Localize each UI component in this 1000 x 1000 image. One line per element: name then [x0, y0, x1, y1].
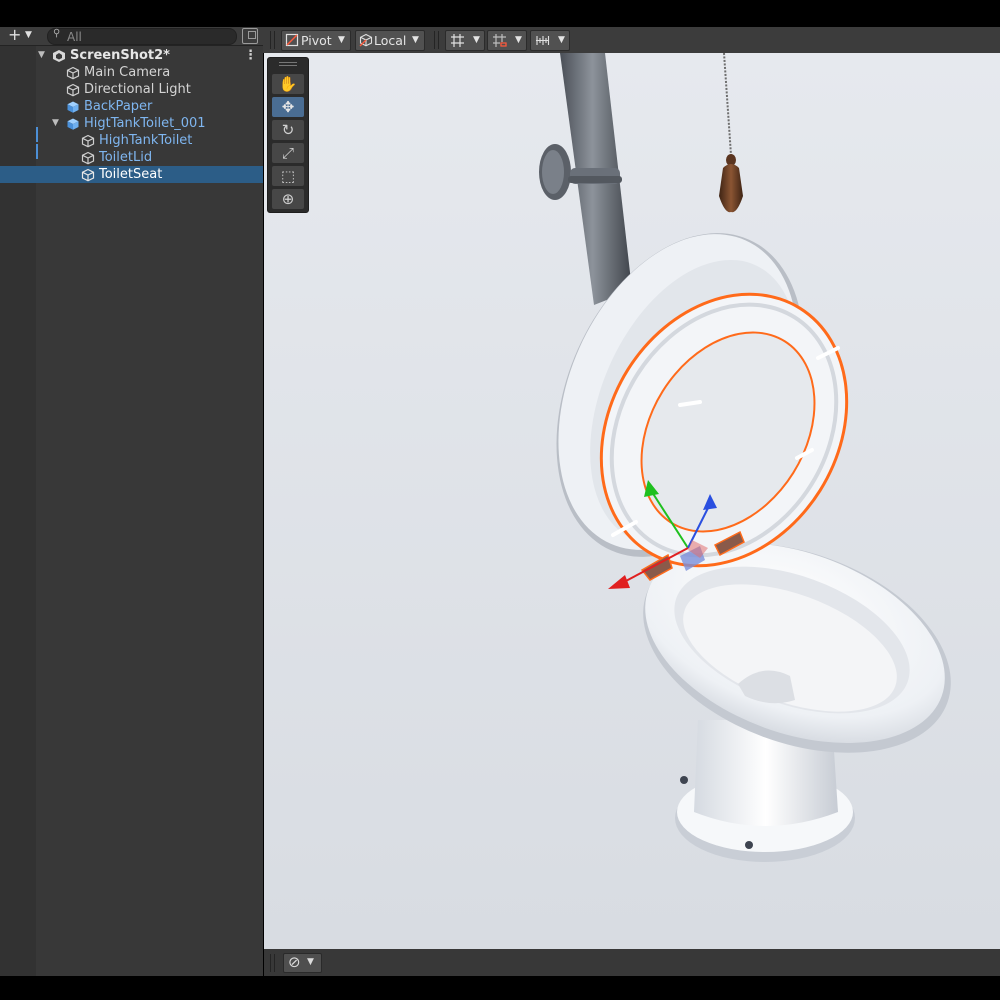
chevron-down-icon: ▼	[25, 30, 32, 40]
rect-tool-button[interactable]: ⬚	[272, 166, 304, 186]
toolbar-separator	[274, 31, 275, 49]
row-label: ToiletLid	[99, 150, 153, 165]
rect-icon: ⬚	[280, 167, 296, 185]
scene-toolbar: Pivot ▼ Local ▼ ▼ ▼ ▼	[263, 27, 1000, 53]
local-icon	[359, 33, 373, 47]
increment-snapping-button[interactable]: ▼	[530, 30, 570, 51]
row-label: HighTankToilet	[99, 133, 193, 148]
toolbar-separator	[270, 954, 271, 972]
plus-icon: +	[8, 25, 22, 44]
transform-icon: ⊕	[281, 190, 295, 208]
foldout-expanded-icon[interactable]: ▼	[52, 115, 59, 132]
hierarchy-row-scene[interactable]: ▼ ScreenShot2* ⋮	[0, 47, 263, 64]
scene-view[interactable]	[264, 53, 1000, 949]
tool-palette: ✋ ✥ ↻ ⤢ ⬚ ⊕	[267, 57, 309, 213]
foldout-expanded-icon[interactable]: ▼	[38, 47, 45, 64]
orientation-overlay-button[interactable]: ⊘ ▼	[283, 953, 322, 973]
gameobject-icon	[81, 151, 95, 165]
row-label: ToiletSeat	[99, 167, 163, 182]
grid-icon	[451, 34, 464, 47]
gameobject-icon	[66, 66, 80, 80]
more-options-icon[interactable]: ⋮	[244, 47, 257, 64]
compass-icon: ⊘	[288, 953, 301, 971]
toolbar-separator	[434, 31, 435, 49]
toolbar-separator	[270, 31, 271, 49]
search-icon: ⚲	[53, 28, 61, 39]
pivot-icon	[285, 33, 299, 47]
row-label: Directional Light	[84, 82, 191, 97]
scale-tool-button[interactable]: ⤢	[272, 143, 304, 163]
grid-snapping-button[interactable]: ▼	[487, 30, 527, 51]
local-toggle-button[interactable]: Local ▼	[355, 30, 425, 51]
rotate-tool-button[interactable]: ↻	[272, 120, 304, 140]
scene-render	[264, 53, 1000, 949]
hierarchy-gutter	[0, 46, 36, 976]
pivot-label: Pivot	[301, 33, 332, 48]
gameobject-icon	[66, 83, 80, 97]
row-label: HigtTankToilet_001	[84, 116, 206, 131]
hierarchy-row-backpaper[interactable]: BackPaper	[0, 98, 263, 115]
move-icon: ✥	[281, 98, 295, 116]
hierarchy-panel: + ▼ ⚲ ▼ ScreenShot2* ⋮	[0, 25, 263, 976]
chevron-down-icon: ▼	[473, 35, 480, 45]
chevron-down-icon: ▼	[307, 957, 314, 967]
chevron-down-icon: ▼	[515, 35, 522, 45]
transform-tool-button[interactable]: ⊕	[272, 189, 304, 209]
pivot-toggle-button[interactable]: Pivot ▼	[281, 30, 351, 51]
prefab-icon	[67, 101, 79, 113]
gameobject-icon	[81, 168, 95, 182]
hierarchy-tree: ▼ ScreenShot2* ⋮ Main Camera Directional…	[0, 46, 263, 976]
hierarchy-row-toiletlid[interactable]: ToiletLid	[0, 149, 263, 166]
hand-icon: ✋	[278, 75, 298, 93]
hierarchy-row-main-camera[interactable]: Main Camera	[0, 64, 263, 81]
hierarchy-row-directional-light[interactable]: Directional Light	[0, 81, 263, 98]
snap-icon	[493, 34, 507, 47]
scene-name: ScreenShot2*	[70, 48, 170, 63]
row-label: BackPaper	[84, 99, 153, 114]
toolbar-separator	[274, 954, 275, 972]
unity-scene-icon	[53, 50, 65, 62]
hierarchy-row-toiletseat[interactable]: ToiletSeat	[0, 166, 263, 183]
chevron-down-icon: ▼	[412, 35, 419, 45]
toolbar-separator	[438, 31, 439, 49]
hierarchy-row-higttanktoilet[interactable]: ▼ HigtTankToilet_001	[0, 115, 263, 132]
add-object-button[interactable]: + ▼	[4, 25, 36, 45]
chevron-down-icon: ▼	[338, 35, 345, 45]
move-tool-button[interactable]: ✥	[272, 97, 304, 117]
drag-handle[interactable]	[279, 62, 297, 66]
row-label: Main Camera	[84, 65, 171, 80]
increment-snap-icon	[536, 36, 550, 45]
gameobject-icon	[81, 134, 95, 148]
hand-tool-button[interactable]: ✋	[272, 74, 304, 94]
hierarchy-row-hightanktoilet[interactable]: HighTankToilet	[0, 132, 263, 149]
hierarchy-toolbar: + ▼ ⚲	[0, 25, 263, 46]
chevron-down-icon: ▼	[558, 35, 565, 45]
hierarchy-search[interactable]: ⚲	[47, 28, 237, 45]
grid-visibility-button[interactable]: ▼	[445, 30, 485, 51]
scale-icon: ⤢	[281, 144, 294, 162]
rotate-icon: ↻	[281, 121, 295, 139]
scene-visibility-icon[interactable]	[242, 28, 258, 44]
local-label: Local	[374, 33, 407, 48]
search-input[interactable]	[67, 29, 227, 44]
scene-overlay-bar: ⊘ ▼	[264, 949, 1000, 976]
prefab-icon	[67, 118, 79, 130]
